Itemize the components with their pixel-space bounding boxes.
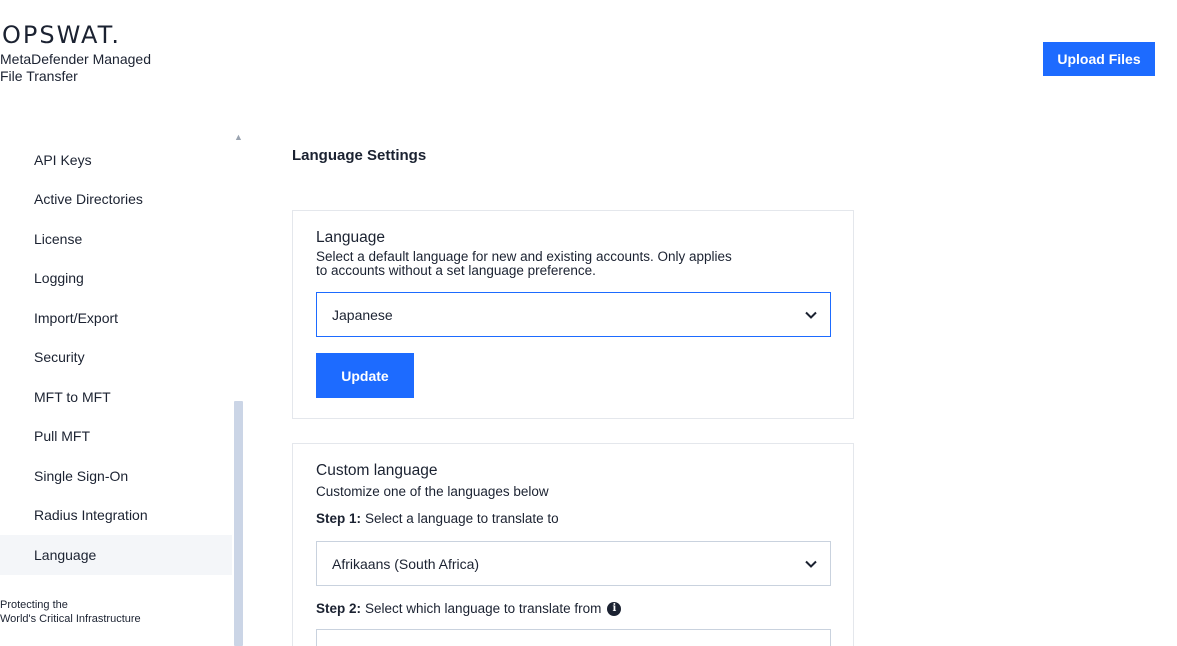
product-name-line1: MetaDefender Managed — [0, 51, 151, 67]
custom-language-description: Customize one of the languages below — [316, 484, 549, 499]
product-name-line2: File Transfer — [0, 68, 78, 84]
translate-from-select[interactable] — [316, 629, 831, 646]
default-language-select[interactable]: Japanese — [316, 292, 831, 337]
footer-line1: Protecting the — [0, 599, 68, 611]
sidebar-item-import-export[interactable]: Import/Export — [0, 298, 232, 338]
default-language-value: Japanese — [332, 306, 393, 323]
sidebar-item-api-keys[interactable]: API Keys — [0, 140, 232, 180]
chevron-down-icon — [804, 557, 818, 571]
language-description: Select a default language for new and ex… — [316, 249, 732, 278]
chevron-down-icon — [804, 308, 818, 322]
scroll-up-arrow-icon[interactable]: ▲ — [234, 132, 243, 142]
update-button[interactable]: Update — [316, 353, 414, 398]
sidebar-footer: Protecting the World's Critical Infrastr… — [0, 598, 141, 626]
step1-line: Step 1: Select a language to translate t… — [316, 511, 830, 526]
sidebar-item-mft-to-mft[interactable]: MFT to MFT — [0, 377, 232, 417]
translate-to-select[interactable]: Afrikaans (South Africa) — [316, 541, 831, 586]
sidebar-item-single-sign-on[interactable]: Single Sign-On — [0, 456, 232, 496]
custom-language-heading: Custom language — [316, 462, 438, 479]
info-icon[interactable]: i — [607, 601, 622, 616]
language-heading: Language — [316, 229, 385, 246]
step2-line: Step 2: Select which language to transla… — [316, 601, 830, 616]
step1-text: Select a language to translate to — [365, 511, 559, 526]
sidebar-item-security[interactable]: Security — [0, 338, 232, 378]
settings-sidebar: ▲ API Keys Active Directories License Lo… — [0, 132, 245, 646]
sidebar-item-radius-integration[interactable]: Radius Integration — [0, 496, 232, 536]
sidebar-item-language[interactable]: Language — [0, 535, 232, 575]
translate-to-value: Afrikaans (South Africa) — [332, 555, 480, 572]
opswat-logo[interactable]: OPSWAT. — [0, 22, 200, 48]
step1-label: Step 1: — [316, 511, 362, 526]
custom-language-card: Custom language Customize one of the lan… — [292, 443, 854, 646]
page-title: Language Settings — [292, 147, 427, 164]
sidebar-item-license[interactable]: License — [0, 219, 232, 259]
sidebar-scrollbar[interactable] — [234, 401, 243, 646]
step2-label: Step 2: — [316, 601, 362, 616]
sidebar-list: API Keys Active Directories License Logg… — [0, 140, 245, 575]
step2-text: Select which language to translate from — [365, 601, 602, 616]
product-name: MetaDefender Managed File Transfer — [0, 51, 200, 85]
brand: OPSWAT. MetaDefender Managed File Transf… — [0, 22, 200, 85]
language-card: Language Select a default language for n… — [292, 210, 854, 419]
sidebar-item-logging[interactable]: Logging — [0, 259, 232, 299]
footer-line2: World's Critical Infrastructure — [0, 613, 141, 625]
sidebar-item-pull-mft[interactable]: Pull MFT — [0, 417, 232, 457]
upload-files-button[interactable]: Upload Files — [1043, 42, 1155, 76]
sidebar-item-active-directories[interactable]: Active Directories — [0, 180, 232, 220]
